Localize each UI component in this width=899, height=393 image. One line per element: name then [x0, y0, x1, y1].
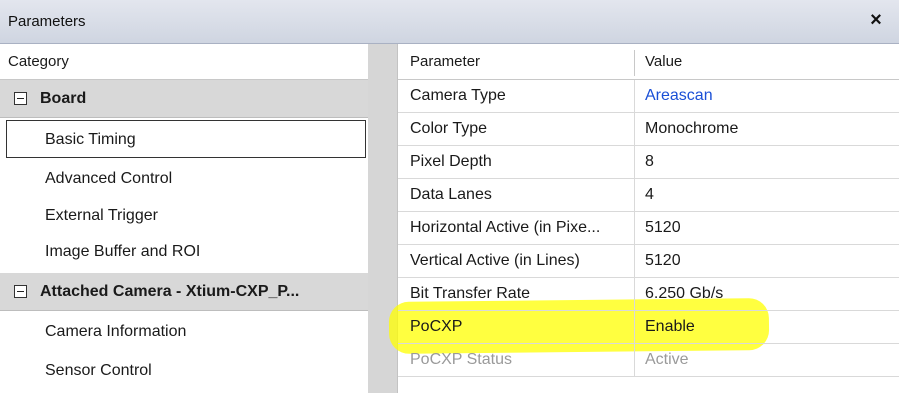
table-row[interactable]: Vertical Active (in Lines) 5120 [398, 245, 899, 278]
parameter-value[interactable]: 6.250 Gb/s [645, 285, 723, 303]
close-icon[interactable]: × [865, 9, 887, 31]
table-row[interactable]: Data Lanes 4 [398, 179, 899, 212]
category-item-label: External Trigger [45, 207, 158, 224]
parameter-value: Active [645, 351, 689, 368]
category-item-label: Image Buffer and ROI [45, 243, 201, 260]
category-header-label: Category [8, 53, 69, 70]
window-title: Parameters [8, 13, 86, 30]
collapse-icon[interactable] [14, 285, 27, 298]
parameter-name: PoCXP [410, 318, 463, 335]
column-divider[interactable] [634, 50, 635, 76]
parameter-value[interactable]: Monochrome [645, 120, 738, 138]
parameter-name: Pixel Depth [410, 153, 492, 170]
category-list: Board Basic Timing Advanced Control Exte… [0, 80, 368, 393]
parameter-table-header: Parameter Value [398, 44, 899, 80]
parameter-value[interactable]: 5120 [645, 219, 681, 237]
table-row[interactable]: Bit Transfer Rate 6.250 Gb/s [398, 278, 899, 311]
category-item-advanced-control[interactable]: Advanced Control [0, 160, 368, 198]
column-header-parameter[interactable]: Parameter [410, 53, 480, 70]
category-item-label: Basic Timing [45, 131, 136, 148]
parameter-value[interactable]: Enable [645, 318, 695, 336]
category-item-external-trigger[interactable]: External Trigger [0, 197, 368, 235]
collapse-icon[interactable] [14, 92, 27, 105]
category-item-basic-timing[interactable]: Basic Timing [6, 120, 366, 158]
parameter-value[interactable]: Areascan [645, 87, 713, 105]
parameter-value[interactable]: 4 [645, 186, 654, 204]
parameter-name: Color Type [410, 120, 488, 137]
table-row[interactable]: PoCXP Enable [398, 311, 899, 344]
parameter-name: Data Lanes [410, 186, 492, 203]
category-item-label: Advanced Control [45, 170, 173, 187]
category-item-camera-information[interactable]: Camera Information [0, 313, 368, 351]
category-group-attached-camera[interactable]: Attached Camera - Xtium-CXP_P... [0, 273, 368, 311]
parameter-value[interactable]: 5120 [645, 252, 681, 270]
table-row[interactable]: Horizontal Active (in Pixe... 5120 [398, 212, 899, 245]
parameter-name: Camera Type [410, 87, 506, 104]
table-row[interactable]: PoCXP Status Active [398, 344, 899, 377]
category-item-label: Sensor Control [45, 362, 152, 379]
parameter-name: PoCXP Status [410, 351, 512, 368]
parameter-name: Bit Transfer Rate [410, 285, 531, 302]
category-group-board[interactable]: Board [0, 80, 368, 118]
parameter-value[interactable]: 8 [645, 153, 654, 171]
column-header-value[interactable]: Value [645, 53, 682, 70]
parameter-name: Vertical Active (in Lines) [410, 252, 580, 269]
category-item-label: Camera Information [45, 323, 187, 340]
category-item-image-buffer[interactable]: Image Buffer and ROI [0, 233, 368, 271]
title-bar: Parameters × [0, 0, 899, 44]
table-row[interactable]: Color Type Monochrome [398, 113, 899, 146]
category-item-sensor-control[interactable]: Sensor Control [0, 352, 368, 390]
table-row[interactable]: Camera Type Areascan [398, 80, 899, 113]
table-row[interactable]: Pixel Depth 8 [398, 146, 899, 179]
parameter-name: Horizontal Active (in Pixe... [410, 219, 601, 236]
category-group-label: Attached Camera - Xtium-CXP_P... [40, 283, 300, 300]
category-group-label: Board [40, 90, 87, 107]
category-header: Category [0, 44, 368, 80]
